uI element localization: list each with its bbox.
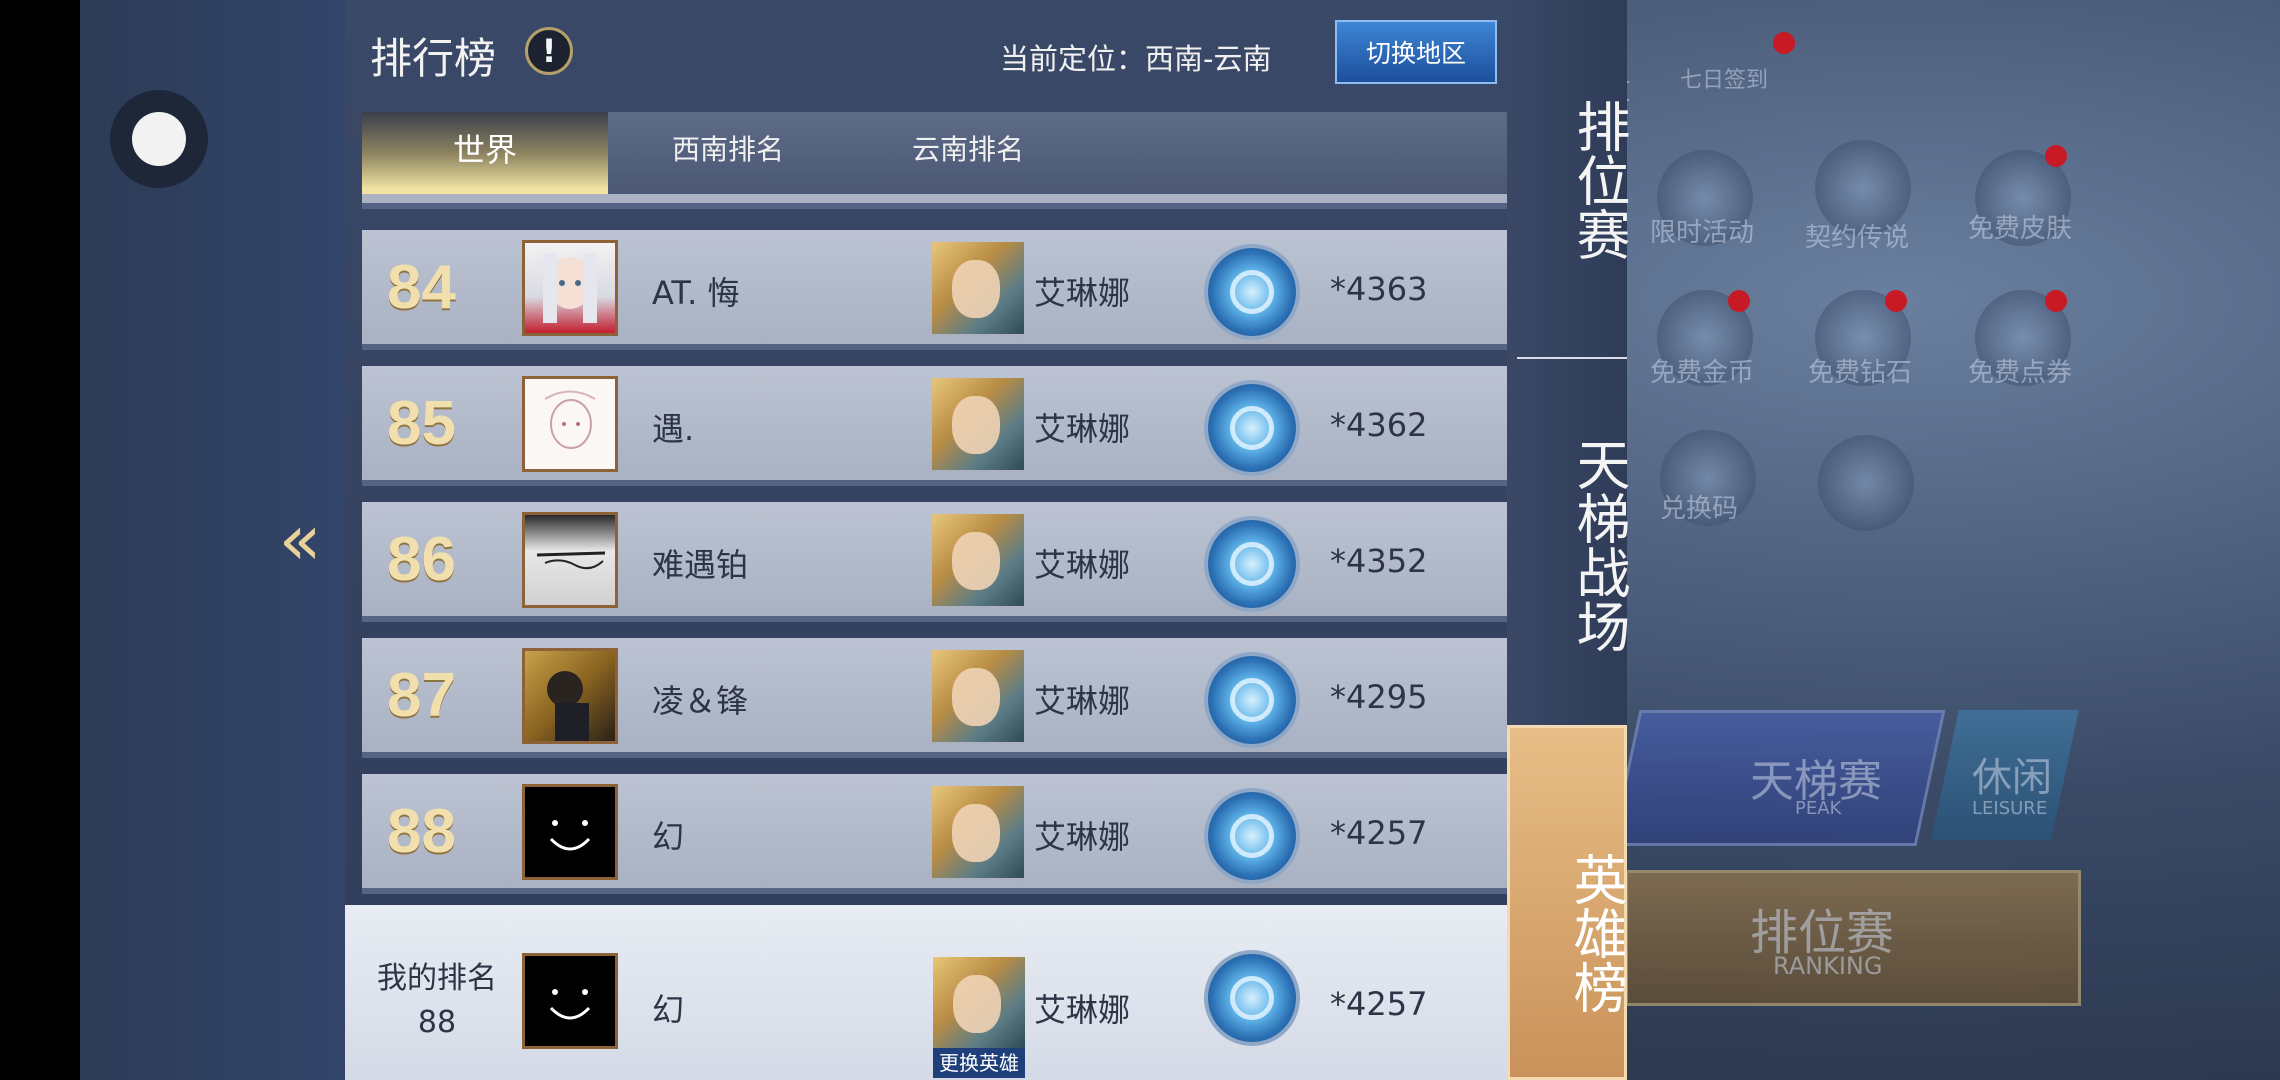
hero-name: 艾琳娜	[1034, 410, 1131, 448]
tab-southwest[interactable]: 西南排名	[608, 112, 848, 194]
notification-dot	[2045, 290, 2067, 312]
player-name: 凌＆锋	[652, 682, 749, 720]
hero-portrait	[932, 242, 1024, 334]
player-name: 幻	[652, 818, 685, 856]
table-row[interactable]: 86 难遇铂 艾琳娜 *4352	[362, 502, 1507, 622]
ranking-list[interactable]: 84 AT. 悔 艾琳娜 *4363 85 遇. 艾琳娜 *4362 86 难遇…	[362, 194, 1507, 894]
table-row[interactable]	[362, 194, 1507, 209]
info-icon[interactable]: !	[525, 27, 573, 75]
ranking-tabs: 世界 西南排名 云南排名	[362, 112, 1507, 194]
hero-name: 艾琳娜	[1034, 546, 1131, 584]
hero-portrait	[932, 650, 1024, 742]
my-player-name: 幻	[652, 991, 685, 1029]
leisure-mode-sub: LEISURE	[1972, 798, 2048, 819]
panel-header: 排行榜 ! 当前定位：西南-云南 切换地区	[345, 0, 1507, 105]
score: *4363	[1330, 270, 1428, 308]
rank-gem-icon	[1204, 244, 1300, 340]
table-row[interactable]: 87 凌＆锋 艾琳娜 *4295	[362, 638, 1507, 758]
rank-number: 87	[387, 661, 456, 730]
change-hero-button[interactable]: 更换英雄	[933, 1048, 1025, 1078]
redeem-code-label: 兑换码	[1660, 494, 1739, 524]
page-title: 排行榜	[370, 34, 497, 83]
ranking-panel: 排行榜 ! 当前定位：西南-云南 切换地区 世界 西南排名 云南排名 84 AT…	[345, 0, 1507, 1080]
player-name: AT. 悔	[652, 274, 740, 312]
my-rank-title: 我的排名	[377, 961, 497, 996]
free-gold-label: 免费金币	[1650, 358, 1755, 388]
hero-name: 艾琳娜	[1034, 818, 1131, 856]
table-row[interactable]: 84 AT. 悔 艾琳娜 *4363	[362, 230, 1507, 350]
avatar[interactable]	[522, 376, 618, 472]
hero-portrait	[932, 514, 1024, 606]
my-rank-label: 我的排名 88	[367, 957, 507, 1045]
my-hero-portrait[interactable]	[933, 957, 1025, 1049]
hero-portrait	[932, 378, 1024, 470]
leisure-mode-label: 休闲	[1972, 755, 2052, 801]
free-skin-label: 免费皮肤	[1968, 214, 2073, 244]
player-name: 遇.	[652, 410, 695, 448]
notification-dot	[1773, 32, 1795, 54]
hero-name: 艾琳娜	[1034, 682, 1131, 720]
my-hero-name: 艾琳娜	[1034, 991, 1131, 1029]
rank-number: 88	[387, 797, 456, 866]
peak-mode-sub: PEAK	[1795, 798, 1842, 819]
tab-ranked-match[interactable]: 排位赛	[1507, 85, 1630, 275]
my-rank-bar: 我的排名 88 幻 更换英雄 艾琳娜 *4257	[345, 905, 1507, 1080]
collapse-arrow-icon[interactable]: «	[270, 500, 330, 580]
rank-gem-icon	[1204, 950, 1300, 1046]
free-coupon-label: 免费点券	[1968, 358, 2073, 388]
assist-dot-icon	[132, 112, 186, 166]
score: *4362	[1330, 406, 1428, 444]
avatar[interactable]	[522, 512, 618, 608]
table-row[interactable]: 85 遇. 艾琳娜 *4362	[362, 366, 1507, 486]
notification-dot	[2045, 145, 2067, 167]
category-tabs: 排位赛 天梯战场 英雄榜	[1507, 0, 1630, 1080]
bg-daily-signin-label: 七日签到	[1680, 68, 1769, 93]
avatar[interactable]	[522, 784, 618, 880]
tab-ladder-battle[interactable]: 天梯战场	[1507, 420, 1630, 670]
avatar[interactable]	[522, 240, 618, 336]
rank-number: 84	[387, 253, 456, 322]
ranking-mode-sub: RANKING	[1773, 952, 1883, 980]
tab-world[interactable]: 世界	[362, 112, 608, 194]
free-diamond-label: 免费钻石	[1808, 358, 1913, 388]
left-edge	[0, 0, 80, 1080]
player-name: 难遇铂	[652, 546, 749, 584]
my-avatar[interactable]	[522, 953, 618, 1049]
notification-dot	[1728, 290, 1750, 312]
speaker-icon	[1818, 435, 1914, 531]
tab-hero-ranking[interactable]: 英雄榜	[1507, 725, 1627, 1080]
rank-gem-icon	[1204, 788, 1300, 884]
switch-region-button[interactable]: 切换地区	[1335, 20, 1497, 84]
score: *4295	[1330, 678, 1428, 716]
current-location: 当前定位：西南-云南	[1000, 42, 1272, 76]
floating-assist-button[interactable]	[110, 90, 208, 188]
hero-name: 艾琳娜	[1034, 274, 1131, 312]
contract-legend-label: 契约传说	[1805, 223, 1910, 253]
tab-yunnan[interactable]: 云南排名	[848, 112, 1088, 194]
rank-gem-icon	[1204, 380, 1300, 476]
table-row[interactable]: 88 幻 艾琳娜 *4257	[362, 774, 1507, 894]
rank-number: 85	[387, 389, 456, 458]
score: *4257	[1330, 814, 1428, 852]
tab-divider	[1517, 357, 1627, 359]
rank-gem-icon	[1204, 652, 1300, 748]
my-score: *4257	[1330, 985, 1428, 1023]
avatar[interactable]	[522, 648, 618, 744]
rank-number: 86	[387, 525, 456, 594]
score: *4352	[1330, 542, 1428, 580]
notification-dot	[1885, 290, 1907, 312]
hero-portrait	[932, 786, 1024, 878]
rank-gem-icon	[1204, 516, 1300, 612]
limited-event-label: 限时活动	[1650, 218, 1755, 248]
my-rank-number: 88	[417, 1005, 457, 1040]
